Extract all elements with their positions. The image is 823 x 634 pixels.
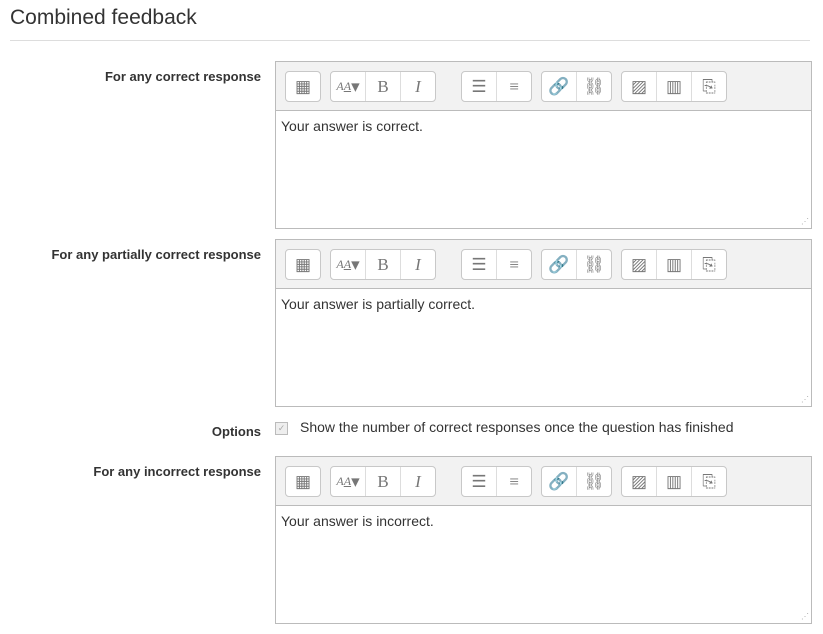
media-button[interactable]: ▥ bbox=[656, 467, 691, 496]
feedback-editor: ▦ AA ▾ B I ☰ ≡ 🔗 ⛓ ▨ ▥ ⎘ Your answer is incorrect. ⋰ bbox=[275, 456, 812, 624]
checkbox-label: Show the number of correct responses onc… bbox=[300, 418, 734, 435]
image-button[interactable]: ▨ bbox=[622, 250, 656, 279]
section-title: Combined feedback bbox=[10, 6, 197, 29]
toolbar-group: AA ▾ B I bbox=[330, 249, 436, 280]
media-button[interactable]: ▥ bbox=[656, 72, 691, 101]
options-label: Options bbox=[211, 424, 261, 439]
toolbar-group: ▨ ▥ ⎘ bbox=[621, 466, 727, 497]
link-button[interactable]: 🔗 bbox=[542, 467, 576, 496]
toolbar-toggle-button[interactable]: ▦ bbox=[286, 467, 320, 496]
toolbar-group: ☰ ≡ bbox=[461, 466, 532, 497]
font-size-button[interactable]: AA ▾ bbox=[331, 467, 365, 496]
toolbar-group: AA ▾ B I bbox=[330, 466, 436, 497]
numbered-list-button[interactable]: ≡ bbox=[496, 72, 531, 101]
feedback-editor: ▦ AA ▾ B I ☰ ≡ 🔗 ⛓ ▨ ▥ ⎘ Your answer is correct. ⋰ bbox=[275, 61, 812, 229]
image-button[interactable]: ▨ bbox=[622, 72, 656, 101]
font-size-button[interactable]: AA ▾ bbox=[331, 250, 365, 279]
editor-toolbar: ▦ AA ▾ B I ☰ ≡ 🔗 ⛓ ▨ ▥ ⎘ bbox=[276, 240, 811, 289]
toolbar-toggle-button[interactable]: ▦ bbox=[286, 250, 320, 279]
bold-button[interactable]: B bbox=[365, 467, 400, 496]
toolbar-group: ▦ bbox=[285, 466, 321, 497]
manage-files-button[interactable]: ⎘ bbox=[691, 467, 726, 496]
feedback-editor: ▦ AA ▾ B I ☰ ≡ 🔗 ⛓ ▨ ▥ ⎘ Your answer is partially co… bbox=[275, 239, 812, 407]
unlink-button[interactable]: ⛓ bbox=[576, 72, 611, 101]
toolbar-group: ☰ ≡ bbox=[461, 71, 532, 102]
editor-toolbar: ▦ AA ▾ B I ☰ ≡ 🔗 ⛓ ▨ ▥ ⎘ bbox=[276, 62, 811, 111]
toolbar-group: ▨ ▥ ⎘ bbox=[621, 249, 727, 280]
numbered-list-button[interactable]: ≡ bbox=[496, 467, 531, 496]
italic-button[interactable]: I bbox=[400, 250, 435, 279]
bold-button[interactable]: B bbox=[365, 72, 400, 101]
toolbar-toggle-button[interactable]: ▦ bbox=[286, 72, 320, 101]
resize-handle-icon[interactable]: ⋰ bbox=[801, 612, 809, 621]
italic-button[interactable]: I bbox=[400, 72, 435, 101]
toolbar-group: ☰ ≡ bbox=[461, 249, 532, 280]
manage-files-button[interactable]: ⎘ bbox=[691, 72, 726, 101]
toolbar-group: 🔗 ⛓ bbox=[541, 249, 612, 280]
bullet-list-button[interactable]: ☰ bbox=[462, 72, 496, 101]
show-correct-count-option[interactable]: ✓ Show the number of correct responses o… bbox=[275, 418, 733, 435]
font-size-button[interactable]: AA ▾ bbox=[331, 72, 365, 101]
editor-label: For any partially correct response bbox=[51, 247, 261, 262]
toolbar-group: ▨ ▥ ⎘ bbox=[621, 71, 727, 102]
editor-content[interactable]: Your answer is correct. ⋰ bbox=[276, 111, 811, 228]
bullet-list-button[interactable]: ☰ bbox=[462, 250, 496, 279]
divider bbox=[10, 40, 810, 41]
bullet-list-button[interactable]: ☰ bbox=[462, 467, 496, 496]
editor-text: Your answer is partially correct. bbox=[281, 296, 476, 312]
editor-content[interactable]: Your answer is incorrect. ⋰ bbox=[276, 506, 811, 623]
toolbar-group: AA ▾ B I bbox=[330, 71, 436, 102]
toolbar-group: 🔗 ⛓ bbox=[541, 466, 612, 497]
editor-toolbar: ▦ AA ▾ B I ☰ ≡ 🔗 ⛓ ▨ ▥ ⎘ bbox=[276, 457, 811, 506]
media-button[interactable]: ▥ bbox=[656, 250, 691, 279]
toolbar-group: ▦ bbox=[285, 249, 321, 280]
show-correct-count-checkbox[interactable]: ✓ bbox=[275, 422, 288, 435]
editor-label: For any correct response bbox=[104, 69, 261, 84]
editor-text: Your answer is correct. bbox=[281, 118, 423, 134]
unlink-button[interactable]: ⛓ bbox=[576, 250, 611, 279]
editor-label: For any incorrect response bbox=[93, 464, 261, 479]
image-button[interactable]: ▨ bbox=[622, 467, 656, 496]
unlink-button[interactable]: ⛓ bbox=[576, 467, 611, 496]
editor-content[interactable]: Your answer is partially correct. ⋰ bbox=[276, 289, 811, 406]
resize-handle-icon[interactable]: ⋰ bbox=[801, 395, 809, 404]
link-button[interactable]: 🔗 bbox=[542, 72, 576, 101]
resize-handle-icon[interactable]: ⋰ bbox=[801, 217, 809, 226]
link-button[interactable]: 🔗 bbox=[542, 250, 576, 279]
bold-button[interactable]: B bbox=[365, 250, 400, 279]
italic-button[interactable]: I bbox=[400, 467, 435, 496]
toolbar-group: 🔗 ⛓ bbox=[541, 71, 612, 102]
toolbar-group: ▦ bbox=[285, 71, 321, 102]
editor-text: Your answer is incorrect. bbox=[281, 513, 434, 529]
numbered-list-button[interactable]: ≡ bbox=[496, 250, 531, 279]
manage-files-button[interactable]: ⎘ bbox=[691, 250, 726, 279]
